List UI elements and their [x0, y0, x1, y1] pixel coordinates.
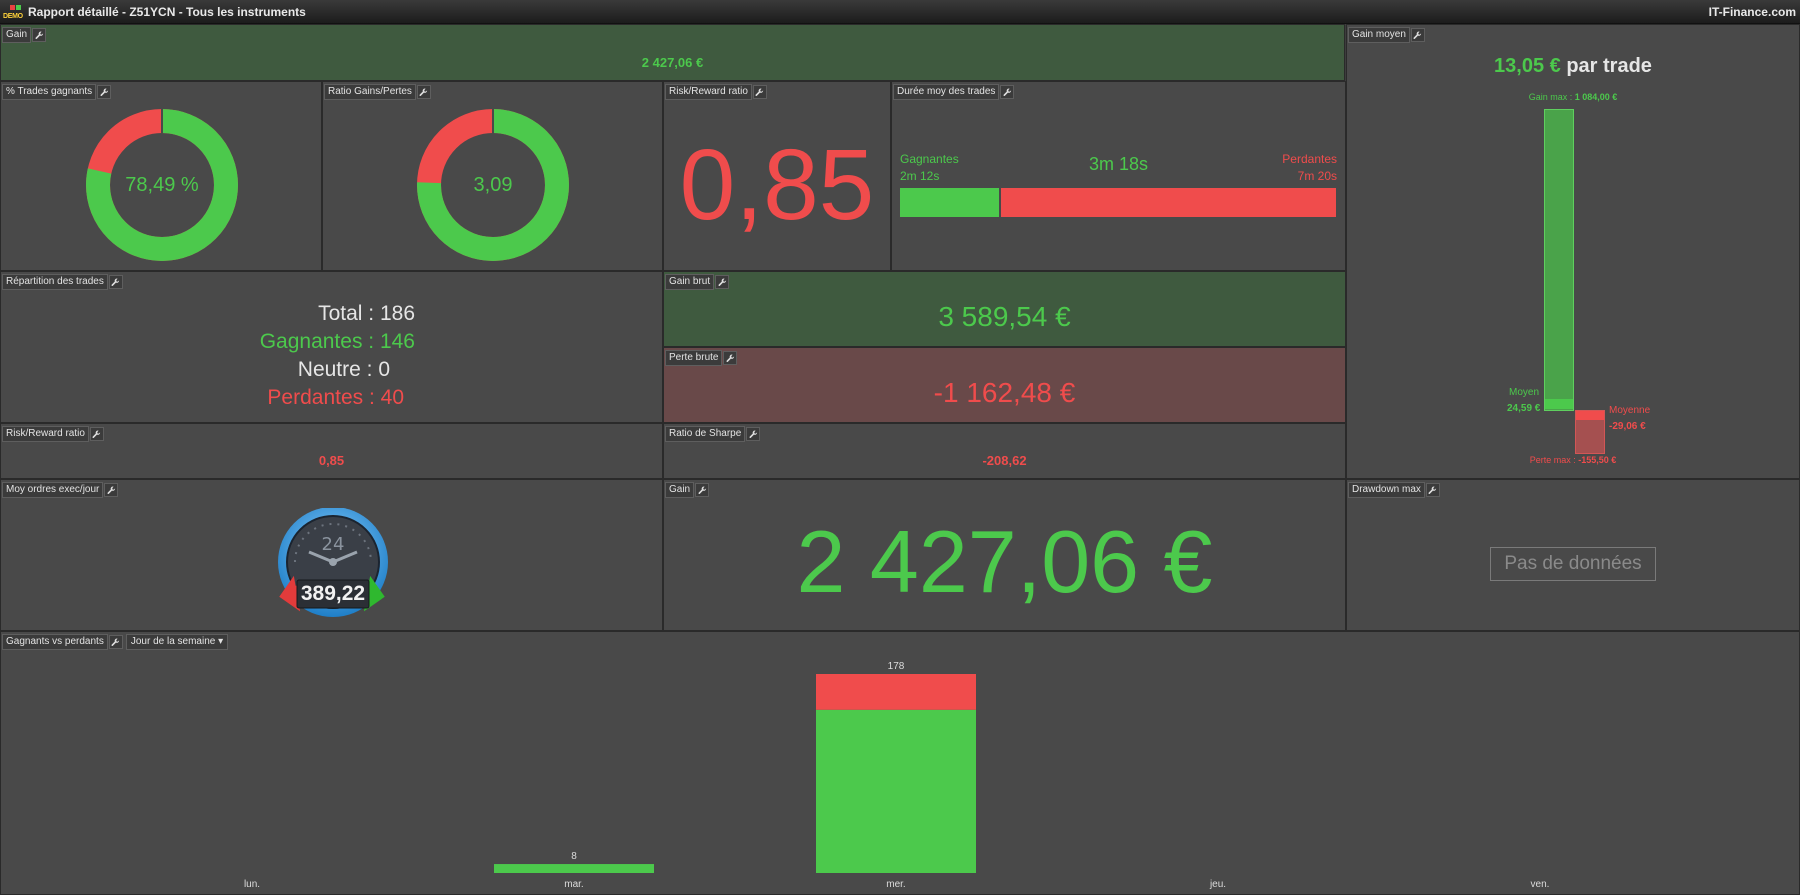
- repartition-neutre: Neutre : 0: [297, 358, 390, 381]
- x-tick-label: lun.: [244, 879, 260, 890]
- gain-max-bar: [1544, 109, 1574, 411]
- panel-title: Ratio Gains/Pertes: [324, 84, 416, 100]
- ratio-gp-value: 3,09: [473, 174, 513, 196]
- gain-brut-panel: Gain brut 3 589,54 €: [663, 271, 1346, 347]
- repartition-perdantes: Perdantes : 40: [267, 386, 404, 409]
- wrench-icon[interactable]: [89, 427, 104, 441]
- panel-title: Drawdown max: [1348, 482, 1425, 498]
- x-tick-label: mar.: [564, 879, 583, 890]
- duree-loss-label: Perdantes: [1282, 152, 1337, 166]
- risk-reward-big-panel: Risk/Reward ratio 0,85: [663, 81, 891, 271]
- perte-max-label: Perte max :: [1529, 455, 1576, 465]
- duree-avg-time: 3m 18s: [1088, 154, 1149, 174]
- bar-mer-series-1: [816, 674, 976, 710]
- gain-moyen-marker: [1545, 399, 1573, 409]
- panel-title: Moy ordres exec/jour: [2, 482, 104, 498]
- demo-logo-icon: DEMO: [3, 4, 23, 20]
- wrench-icon[interactable]: [723, 351, 738, 365]
- panel-title: Gain moyen: [1348, 27, 1410, 43]
- risk-reward-small-panel: Risk/Reward ratio 0,85: [0, 423, 663, 479]
- panel-title: Durée moy des trades: [893, 84, 1000, 100]
- moyenne-value: -29,06 €: [1609, 421, 1646, 432]
- panel-title: Perte brute: [665, 350, 723, 366]
- window-titlebar: DEMO Rapport détaillé - Z51YCN - Tous le…: [0, 0, 1800, 24]
- panel-title: Gain: [665, 482, 695, 498]
- gain-max-row: Gain max : 1 084,00 €: [1347, 92, 1799, 102]
- panel-title: Ratio de Sharpe: [665, 426, 746, 442]
- repartition-list: Total : 186 Gagnantes : 146 Neutre : 0 P…: [1, 300, 415, 412]
- panel-title: % Trades gagnants: [2, 84, 97, 100]
- moyen-label: Moyen: [1509, 387, 1540, 398]
- gain-moyen-suffix: par trade: [1566, 55, 1652, 77]
- gain-max-value: 1 084,00 €: [1574, 92, 1618, 102]
- duree-panel: Durée moy des trades Gagnantes 2m 12s 3m…: [891, 81, 1346, 271]
- gain-big-panel: Gain 2 427,06 €: [663, 479, 1346, 631]
- duree-loss-time: 7m 20s: [1297, 169, 1337, 183]
- pct-trades-value: 78,49 %: [125, 174, 199, 196]
- wrench-icon[interactable]: [108, 275, 123, 289]
- gain-top-panel: Gain 2 427,06 €: [0, 24, 1345, 81]
- drawdown-empty: Pas de données: [1490, 547, 1656, 581]
- moyen-value: 24,59 €: [1507, 403, 1541, 414]
- wrench-icon[interactable]: [1425, 483, 1440, 497]
- x-tick-label: ven.: [1531, 879, 1550, 890]
- panel-title: Répartition des trades: [2, 274, 108, 290]
- wrench-icon[interactable]: [1410, 28, 1425, 42]
- panel-title: Gain: [2, 27, 32, 43]
- repartition-gagnantes: Gagnantes : 146: [259, 330, 415, 353]
- repartition-total: Total : 186: [318, 302, 415, 325]
- svg-text:24: 24: [322, 534, 345, 555]
- sharpe-panel: Ratio de Sharpe -208,62: [663, 423, 1346, 479]
- brand-link[interactable]: IT-Finance.com: [1709, 5, 1796, 19]
- wrench-icon[interactable]: [752, 85, 767, 99]
- ratio-gp-panel: Ratio Gains/Pertes 3,09: [322, 81, 663, 271]
- x-tick-label: jeu.: [1209, 879, 1226, 890]
- panel-title: Risk/Reward ratio: [2, 426, 89, 442]
- wrench-icon[interactable]: [695, 483, 710, 497]
- wrench-icon[interactable]: [715, 275, 730, 289]
- bar-mer-series-0: [816, 709, 976, 873]
- gvp-chart: lun. 8 mar. 178 mer. jeu. ven.: [244, 661, 1550, 890]
- gain-big-value: 2 427,06 €: [796, 512, 1213, 611]
- risk-reward-big-value: 0,85: [679, 129, 875, 241]
- gain-top-value: 2 427,06 €: [641, 55, 704, 70]
- sharpe-value: -208,62: [982, 453, 1027, 468]
- bar-mar-series-0: [494, 864, 654, 873]
- wrench-icon[interactable]: [1000, 85, 1015, 99]
- wrench-icon[interactable]: [104, 483, 119, 497]
- repartition-panel: Répartition des trades Total : 186 Gagna…: [0, 271, 663, 423]
- gain-moyen-headline: 13,05 € par trade: [1347, 55, 1799, 78]
- bar-total-label: 8: [571, 851, 577, 862]
- perte-brute-panel: Perte brute -1 162,48 €: [663, 347, 1346, 423]
- wrench-icon[interactable]: [32, 28, 47, 42]
- x-tick-label: mer.: [886, 879, 905, 890]
- gain-brut-value: 3 589,54 €: [938, 301, 1071, 332]
- wrench-icon[interactable]: [746, 427, 761, 441]
- panel-title: Gain brut: [665, 274, 715, 290]
- wrench-icon[interactable]: [416, 85, 431, 99]
- moyenne-label: Moyenne: [1609, 405, 1651, 416]
- gain-max-label: Gain max :: [1528, 92, 1573, 102]
- perte-brute-value: -1 162,48 €: [933, 377, 1076, 408]
- perte-max-value: -155,50 €: [1578, 455, 1617, 465]
- gain-moyen-panel: Gain moyen 13,05 € par trade Gain max : …: [1346, 24, 1800, 479]
- pct-trades-panel: % Trades gagnants 78,49 %: [0, 81, 322, 271]
- duree-win-fill: [900, 188, 1001, 217]
- gain-moyen-value: 13,05 €: [1494, 55, 1561, 77]
- window-title: Rapport détaillé - Z51YCN - Tous les ins…: [28, 4, 306, 19]
- risk-reward-small-value: 0,85: [318, 453, 345, 468]
- wrench-icon[interactable]: [97, 85, 112, 99]
- gvp-panel: Gagnants vs perdants Jour de la semaine …: [0, 631, 1800, 895]
- panel-title: Risk/Reward ratio: [665, 84, 752, 100]
- bar-total-label: 178: [888, 661, 905, 672]
- moy-ordres-value: 389,22: [300, 582, 366, 605]
- drawdown-panel: Drawdown max Pas de données: [1346, 479, 1800, 631]
- moy-ordres-panel: Moy ordres exec/jour 24 389,22: [0, 479, 663, 631]
- duree-bar: [900, 188, 1336, 217]
- perte-max-row: Perte max : -155,50 €: [1347, 455, 1799, 465]
- perte-moyenne-marker: [1576, 411, 1604, 420]
